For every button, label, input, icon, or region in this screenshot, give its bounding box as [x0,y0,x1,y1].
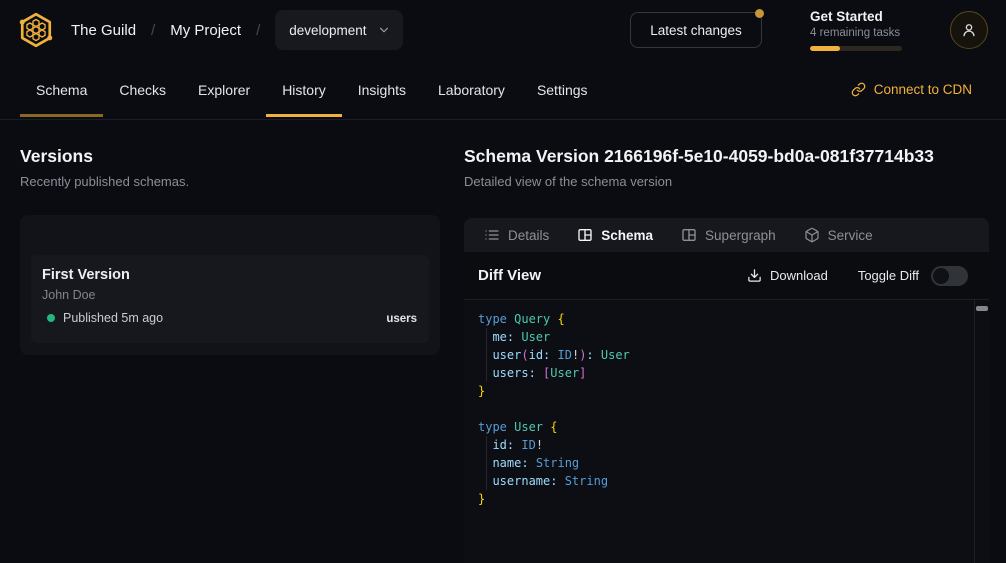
toggle-diff-label: Toggle Diff [858,268,919,283]
app-root: The Guild / My Project / development Lat… [0,0,1006,563]
schema-version-title: Schema Version 2166196f-5e10-4059-bd0a-0… [464,146,934,167]
progress-fill [810,46,840,51]
list-icon [484,227,500,243]
detail-tab-supergraph[interactable]: Supergraph [681,227,776,243]
detail-tab-details[interactable]: Details [484,227,549,243]
schema-code-viewer[interactable]: type Query { me: User user(id: ID!): Use… [464,300,989,563]
breadcrumb-org[interactable]: The Guild [71,22,136,39]
nav-tabs: Schema Checks Explorer History Insights … [20,60,604,119]
code-line [478,400,989,418]
get-started-subtitle: 4 remaining tasks [810,27,910,39]
detail-tab-label: Supergraph [705,228,776,243]
tab-laboratory[interactable]: Laboratory [422,60,521,119]
detail-tab-label: Service [828,228,873,243]
code-scrollbar-track [974,300,975,563]
diff-toolbar: Diff View Download Toggle Diff [464,252,989,300]
code-line: id: ID! [478,436,989,454]
version-service-badge: users [386,313,417,325]
target-nav: Schema Checks Explorer History Insights … [0,60,1006,120]
hive-logo-icon[interactable] [16,10,56,50]
diff-actions: Download Toggle Diff [747,266,968,286]
get-started-title: Get Started [810,9,910,24]
download-icon [747,268,762,283]
get-started-progress-track [810,46,902,51]
code-line: name: String [478,454,989,472]
code-scrollbar-thumb[interactable] [976,306,988,311]
code-line: user(id: ID!): User [478,346,989,364]
download-button[interactable]: Download [747,268,828,283]
tab-settings[interactable]: Settings [521,60,604,119]
get-started-widget[interactable]: Get Started 4 remaining tasks [810,9,910,51]
version-list-item[interactable]: First Version John Doe Published 5m ago … [31,255,429,343]
latest-changes-button[interactable]: Latest changes [630,12,762,48]
schema-version-panel: Details Schema Supergraph Service Diff V… [464,218,989,563]
latest-changes-label: Latest changes [650,23,742,38]
code-line: username: String [478,472,989,490]
code-line: me: User [478,328,989,346]
chevron-down-icon [377,23,391,37]
diff-view-title: Diff View [478,267,541,284]
code-block: type Query { me: User user(id: ID!): Use… [478,310,989,508]
tab-insights[interactable]: Insights [342,60,422,119]
notification-dot [755,9,764,18]
tab-checks[interactable]: Checks [103,60,182,119]
user-avatar-button[interactable] [950,11,988,49]
code-line: } [478,490,989,508]
versions-subtitle: Recently published schemas. [20,174,189,189]
environment-select[interactable]: development [275,10,402,50]
switch-knob [933,268,949,284]
breadcrumb: The Guild / My Project / development [16,0,403,60]
published-status-dot [47,314,55,322]
tab-explorer[interactable]: Explorer [182,60,266,119]
versions-list-card: First Version John Doe Published 5m ago … [20,215,440,355]
download-label: Download [770,268,828,283]
breadcrumb-separator: / [256,22,260,39]
columns-icon [577,227,593,243]
environment-select-value: development [289,23,366,38]
schema-version-subtitle: Detailed view of the schema version [464,174,672,189]
breadcrumb-separator: / [151,22,155,39]
code-line: } [478,382,989,400]
detail-tab-label: Schema [601,228,653,243]
cube-icon [804,227,820,243]
code-line: users: [User] [478,364,989,382]
detail-tab-label: Details [508,228,549,243]
connect-to-cdn-label: Connect to CDN [874,82,972,97]
toggle-diff-switch[interactable] [931,266,968,286]
link-icon [851,82,866,97]
code-line: type Query { [478,310,989,328]
version-status-text: Published 5m ago [63,311,163,325]
detail-tabs: Details Schema Supergraph Service [464,218,989,252]
detail-tab-schema[interactable]: Schema [577,227,653,243]
version-author: John Doe [42,288,96,302]
versions-title: Versions [20,146,93,167]
version-status: Published 5m ago [47,311,163,325]
toggle-diff-group: Toggle Diff [858,266,968,286]
connect-to-cdn-link[interactable]: Connect to CDN [851,60,972,119]
tab-history[interactable]: History [266,60,342,119]
code-line: type User { [478,418,989,436]
detail-tab-service[interactable]: Service [804,227,873,243]
columns-icon [681,227,697,243]
breadcrumb-project[interactable]: My Project [170,22,241,39]
top-header: The Guild / My Project / development Lat… [0,0,1006,60]
tab-schema[interactable]: Schema [20,60,103,119]
version-name: First Version [42,267,130,283]
person-icon [960,21,978,39]
